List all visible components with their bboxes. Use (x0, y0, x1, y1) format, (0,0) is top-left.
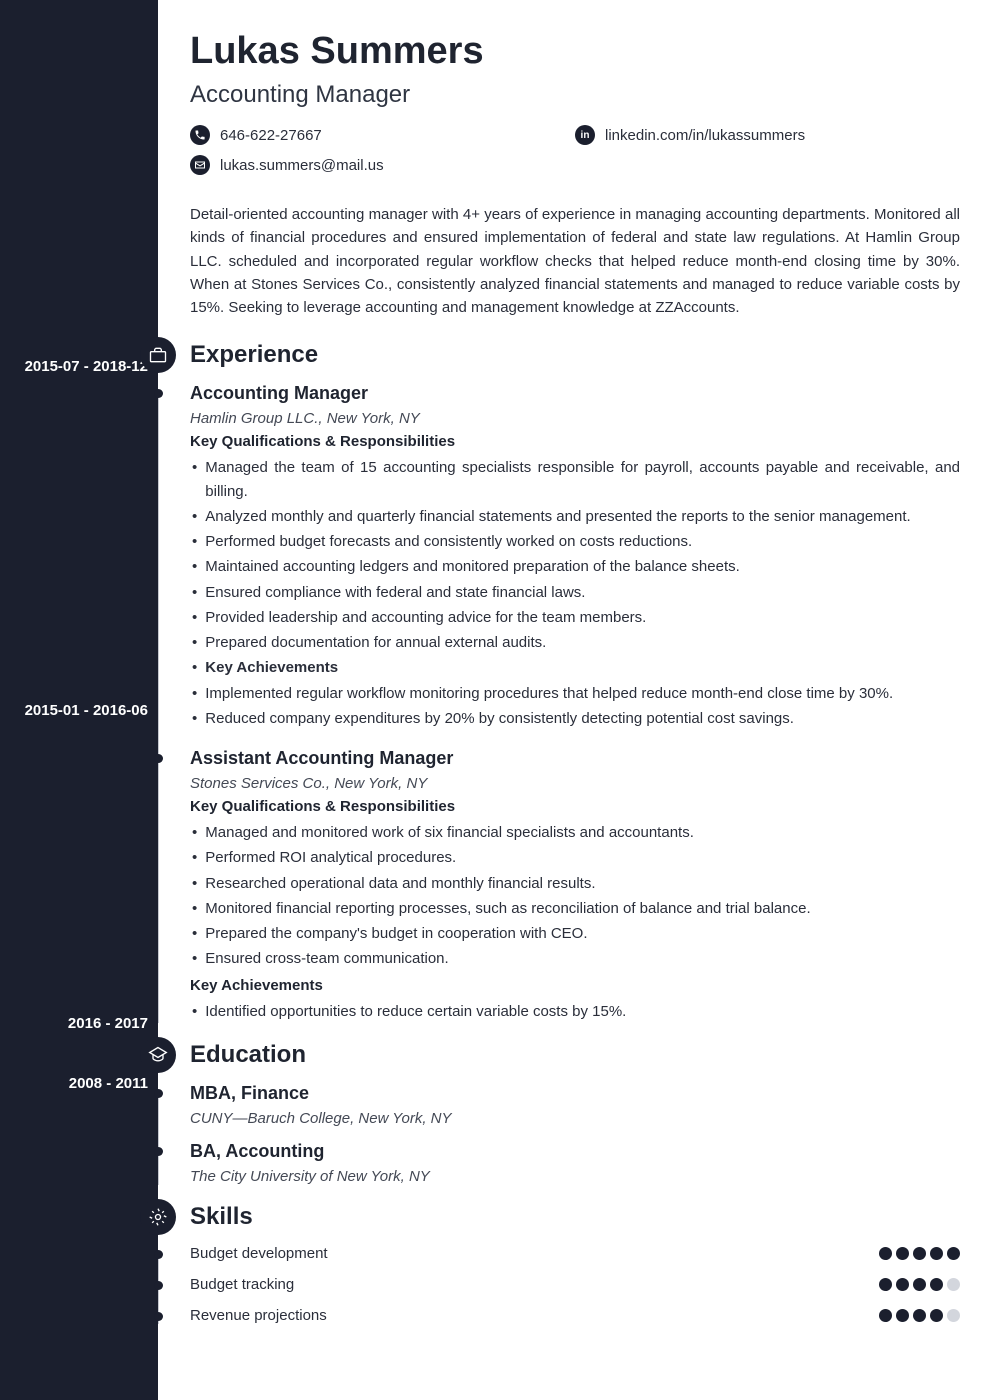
bullet-item: Performed ROI analytical procedures. (190, 846, 960, 869)
timeline-dot (154, 1147, 163, 1156)
rating-pip (947, 1278, 960, 1291)
rating-pip (879, 1278, 892, 1291)
main-content: Lukas Summers Accounting Manager 646-622… (158, 0, 990, 1400)
section-title: Experience (190, 341, 318, 369)
date-range: 2008 - 2011 (8, 1075, 148, 1092)
email-text: lukas.summers@mail.us (220, 157, 384, 174)
phone-icon (190, 125, 210, 145)
bullet-item: Key Achievements (190, 656, 960, 679)
job-title: Accounting Manager (190, 81, 960, 109)
date-range: 2016 - 2017 (8, 1015, 148, 1032)
rating-pip (896, 1278, 909, 1291)
phone-text: 646-622-27667 (220, 127, 322, 144)
bullet-item: Monitored financial reporting processes,… (190, 897, 960, 920)
linkedin-text: linkedin.com/in/lukassummers (605, 127, 805, 144)
timeline-dot (154, 389, 163, 398)
skill-row: Revenue projections (190, 1307, 960, 1324)
timeline-dot (154, 754, 163, 763)
entry-degree: BA, Accounting (190, 1141, 960, 1162)
rating-pip (913, 1278, 926, 1291)
bullet-item: Prepared the company's budget in coopera… (190, 922, 960, 945)
skills-section: Skills Budget development Budget tracking… (190, 1203, 960, 1324)
date-range: 2015-01 - 2016-06 (8, 702, 148, 719)
briefcase-icon (140, 337, 176, 373)
bullet-item: Ensured cross-team communication. (190, 947, 960, 970)
bullet-item: Managed and monitored work of six financ… (190, 821, 960, 844)
bullet-item: Identified opportunities to reduce certa… (190, 1000, 960, 1023)
linkedin-icon: in (575, 125, 595, 145)
experience-section: Experience Accounting Manager Hamlin Gro… (190, 341, 960, 1023)
rating-pip (913, 1247, 926, 1260)
bullet-item: Reduced company expenditures by 20% by c… (190, 707, 960, 730)
timeline-dot (154, 1281, 163, 1290)
timeline-dot (154, 1250, 163, 1259)
summary-text: Detail-oriented accounting manager with … (190, 203, 960, 319)
skill-name: Budget tracking (190, 1276, 294, 1293)
email-icon (190, 155, 210, 175)
experience-entry: Accounting Manager Hamlin Group LLC., Ne… (190, 383, 960, 730)
education-section: Education MBA, Finance CUNY—Baruch Colle… (190, 1041, 960, 1185)
entry-qual-label: Key Qualifications & Responsibilities (190, 798, 960, 815)
skill-rating (879, 1309, 960, 1322)
bullet-item: Provided leadership and accounting advic… (190, 606, 960, 629)
entry-degree: MBA, Finance (190, 1083, 960, 1104)
education-entry: BA, Accounting The City University of Ne… (190, 1141, 960, 1185)
timeline-dot (154, 1089, 163, 1098)
date-range: 2015-07 - 2018-12 (8, 358, 148, 375)
rating-pip (913, 1309, 926, 1322)
entry-qual-label: Key Qualifications & Responsibilities (190, 433, 960, 450)
section-title: Skills (190, 1203, 253, 1231)
rating-pip (930, 1309, 943, 1322)
rating-pip (896, 1247, 909, 1260)
rating-pip (879, 1309, 892, 1322)
bullet-item: Prepared documentation for annual extern… (190, 631, 960, 654)
rating-pip (930, 1278, 943, 1291)
skill-row: Budget development (190, 1245, 960, 1262)
rating-pip (879, 1247, 892, 1260)
bullet-item: Analyzed monthly and quarterly financial… (190, 505, 960, 528)
rating-pip (896, 1309, 909, 1322)
timeline-line (158, 1091, 159, 1185)
skill-name: Budget development (190, 1245, 328, 1262)
skill-rating (879, 1247, 960, 1260)
entry-role: Accounting Manager (190, 383, 960, 404)
bullet-item: Performed budget forecasts and consisten… (190, 530, 960, 553)
rating-pip (930, 1247, 943, 1260)
timeline-dot (154, 1312, 163, 1321)
contact-block: 646-622-27667 in linkedin.com/in/lukassu… (190, 125, 960, 185)
section-title: Education (190, 1041, 306, 1069)
education-entry: MBA, Finance CUNY—Baruch College, New Yo… (190, 1083, 960, 1127)
skill-rating (879, 1278, 960, 1291)
rating-pip (947, 1247, 960, 1260)
bullet-item: Ensured compliance with federal and stat… (190, 581, 960, 604)
entry-school: CUNY—Baruch College, New York, NY (190, 1110, 960, 1127)
skills-icon (140, 1199, 176, 1235)
timeline-line (158, 391, 159, 1023)
skill-row: Budget tracking (190, 1276, 960, 1293)
sidebar: 2015-07 - 2018-12 2015-01 - 2016-06 2016… (0, 0, 158, 1400)
bullet-item: Implemented regular workflow monitoring … (190, 682, 960, 705)
skill-name: Revenue projections (190, 1307, 327, 1324)
graduation-icon (140, 1037, 176, 1073)
entry-company: Stones Services Co., New York, NY (190, 775, 960, 792)
bullet-item: Managed the team of 15 accounting specia… (190, 456, 960, 503)
entry-company: Hamlin Group LLC., New York, NY (190, 410, 960, 427)
entry-ach-label: Key Achievements (190, 977, 960, 994)
entry-role: Assistant Accounting Manager (190, 748, 960, 769)
bullet-item: Maintained accounting ledgers and monito… (190, 555, 960, 578)
bullet-item: Researched operational data and monthly … (190, 872, 960, 895)
rating-pip (947, 1309, 960, 1322)
experience-entry: Assistant Accounting Manager Stones Serv… (190, 748, 960, 1023)
person-name: Lukas Summers (190, 30, 960, 73)
entry-school: The City University of New York, NY (190, 1168, 960, 1185)
